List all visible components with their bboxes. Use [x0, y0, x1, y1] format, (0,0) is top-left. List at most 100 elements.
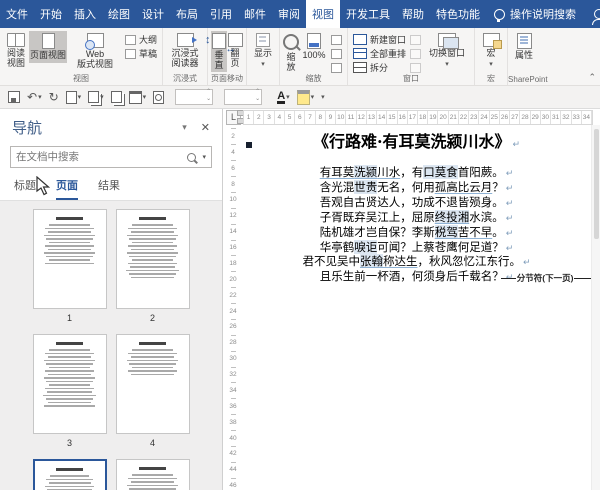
- zoom-button[interactable]: 缩放: [283, 31, 300, 74]
- print-layout-button[interactable]: 页面视图: [29, 31, 67, 63]
- page-thumbnail-3[interactable]: [32, 334, 107, 434]
- poem-line: 君不见吴中张翰称达生，秋风忽忆江东行。 ↵: [241, 254, 592, 270]
- tab-审阅[interactable]: 审阅: [272, 0, 306, 28]
- v-ruler-mark-6: 6: [231, 164, 235, 172]
- thumb-text-line: [45, 370, 94, 372]
- zoom-100-label: 100%: [302, 50, 326, 60]
- split-button[interactable]: 拆分: [353, 62, 406, 73]
- copy-page-button[interactable]: [110, 91, 122, 103]
- tab-视图[interactable]: 视图: [306, 0, 340, 28]
- thumb-text-line: [129, 238, 176, 240]
- navigation-options-arrow[interactable]: ▾: [182, 122, 187, 133]
- thumbnail-item: 1: [32, 209, 107, 323]
- document-page[interactable]: 《行路难·有耳莫洗颍川水》 ↵ 有耳莫洗颍川水，有口莫食首阳蕨。 ↵ 含光混世贵无名，…: [241, 125, 592, 490]
- font-color-button[interactable]: A ▾: [277, 90, 290, 104]
- thumb-text-line: [131, 366, 174, 368]
- collapse-ribbon-button[interactable]: ⌃: [588, 72, 596, 83]
- sync-scroll-button[interactable]: [410, 48, 422, 59]
- toolbar-overflow-button[interactable]: ▾: [321, 93, 325, 101]
- highlight-icon: [296, 89, 310, 105]
- page-thumbnail-4[interactable]: [115, 334, 190, 434]
- shapes-button[interactable]: ▾: [88, 91, 104, 103]
- poem-text: 吾观自古贤达人，功成不退皆殒身。: [319, 194, 504, 209]
- side-by-side-button[interactable]: [410, 34, 422, 45]
- horizontal-ruler[interactable]: L 1 2 3 4 5 6 7 8 9 10 11 12 13 14 15 16 17 18 19 20 21 22 23 2…: [223, 109, 600, 125]
- v-ruler-tick: [230, 363, 236, 371]
- page-thumbnail-5[interactable]: [32, 459, 107, 490]
- share-button[interactable]: 共享: [584, 0, 600, 28]
- document-area[interactable]: L 1 2 3 4 5 6 7 8 9 10 11 12 13 14 15 16 17 18 19 20 21 22 23 2…: [223, 109, 600, 490]
- tab-开发工具[interactable]: 开发工具: [340, 0, 396, 28]
- show-button[interactable]: 显示 ▾: [250, 31, 276, 71]
- tab-绘图[interactable]: 绘图: [102, 0, 136, 28]
- group-label-page-movement: 页面移动: [211, 74, 244, 83]
- ruler-mark-3: 3: [264, 111, 275, 124]
- undo-button[interactable]: ↶ ▾: [27, 90, 42, 104]
- tab-特色功能[interactable]: 特色功能: [430, 0, 486, 28]
- window-button[interactable]: ▾: [128, 90, 146, 104]
- v-ruler-mark-20: 20: [229, 275, 237, 283]
- properties-button[interactable]: 属性: [511, 31, 537, 63]
- arrange-all-button[interactable]: 全部重排: [353, 48, 406, 59]
- tab-布局[interactable]: 布局: [170, 0, 204, 28]
- search-dropdown-arrow[interactable]: ▾: [202, 153, 206, 161]
- nav-tab-标题[interactable]: 标题: [14, 177, 36, 200]
- nav-search-input[interactable]: [11, 151, 188, 163]
- side-to-side-button[interactable]: 翻页: [226, 31, 243, 70]
- page-width-button[interactable]: [331, 62, 343, 73]
- ruler-scale: 1 2 3 4 5 6 7 8 9 10 11 12 13 14 15 16 17 18 19 20 21 22 23 24 2…: [243, 110, 593, 125]
- redo-button[interactable]: ↻: [49, 90, 59, 104]
- multiple-pages-button[interactable]: [331, 48, 343, 59]
- paragraph-mark: ↵: [505, 198, 514, 209]
- poem-line: 吾观自古贤达人，功成不退皆殒身。 ↵: [241, 194, 592, 211]
- poem-text: 且乐生前一杯酒，何须身后千载名？: [319, 269, 504, 284]
- switch-windows-button[interactable]: 切换窗口 ▾: [423, 31, 471, 71]
- new-window-label: 新建窗口: [370, 35, 407, 45]
- macros-button[interactable]: 宏 ▾: [478, 31, 504, 71]
- page-thumbnail-1[interactable]: [32, 209, 107, 309]
- page-thumbnail-6[interactable]: [115, 459, 190, 490]
- outline-button[interactable]: 大纲: [125, 34, 157, 45]
- show-label: 显示: [254, 48, 273, 58]
- thumb-text-line: [128, 245, 177, 247]
- nav-tab-结果[interactable]: 结果: [98, 177, 120, 200]
- tab-设计[interactable]: 设计: [136, 0, 170, 28]
- page-thumbnail-2[interactable]: [115, 209, 190, 309]
- vertical-icon: [205, 33, 227, 49]
- nav-tab-页面[interactable]: 页面: [56, 177, 78, 200]
- group-label-window: 窗口: [403, 74, 420, 83]
- thumb-text-line: [47, 248, 92, 250]
- thumb-text-line: [45, 352, 94, 354]
- tab-插入[interactable]: 插入: [68, 0, 102, 28]
- reset-window-button[interactable]: [410, 62, 422, 73]
- thumb-text-line: [126, 269, 179, 271]
- tab-文件[interactable]: 文件: [0, 0, 34, 28]
- scrollbar-thumb[interactable]: [594, 129, 599, 239]
- search-icon[interactable]: [187, 152, 197, 162]
- web-layout-label: Web 版式视图: [76, 49, 113, 69]
- vertical-ruler[interactable]: 2 4 6 8 10 12 14 16 18 20 22 24 26 28 30 32 34 36 38 40 42 44…: [226, 125, 240, 490]
- spinner-field-1[interactable]: [175, 89, 214, 105]
- web-layout-button[interactable]: Web 版式视图: [67, 31, 123, 71]
- tab-邮件[interactable]: 邮件: [238, 0, 272, 28]
- tab-开始[interactable]: 开始: [34, 0, 68, 28]
- spinner-field-2[interactable]: [224, 89, 263, 105]
- tab-引用[interactable]: 引用: [204, 0, 238, 28]
- outline-icon: [125, 34, 136, 45]
- zoom-100-button[interactable]: 100%: [299, 31, 329, 63]
- navigation-close-icon[interactable]: ✕: [201, 121, 210, 134]
- highlight-button[interactable]: ▾: [296, 89, 314, 105]
- tell-me-search[interactable]: 操作说明搜索: [486, 0, 584, 28]
- immersive-reader-button[interactable]: 沉浸式阅读器: [166, 31, 204, 70]
- print-preview-button[interactable]: [153, 90, 165, 104]
- draft-button[interactable]: 草稿: [125, 48, 157, 59]
- poem-text: ，有: [400, 165, 424, 179]
- tab-帮助[interactable]: 帮助: [396, 0, 430, 28]
- new-window-button[interactable]: 新建窗口: [353, 34, 406, 45]
- print-button[interactable]: ▾: [65, 90, 81, 104]
- save-button[interactable]: [8, 91, 20, 103]
- read-view-button[interactable]: 阅读视图: [3, 31, 29, 70]
- vertical-scrollbar[interactable]: [591, 125, 600, 490]
- one-page-button[interactable]: [331, 34, 343, 45]
- group-macros: 宏 ▾ 宏: [475, 28, 509, 85]
